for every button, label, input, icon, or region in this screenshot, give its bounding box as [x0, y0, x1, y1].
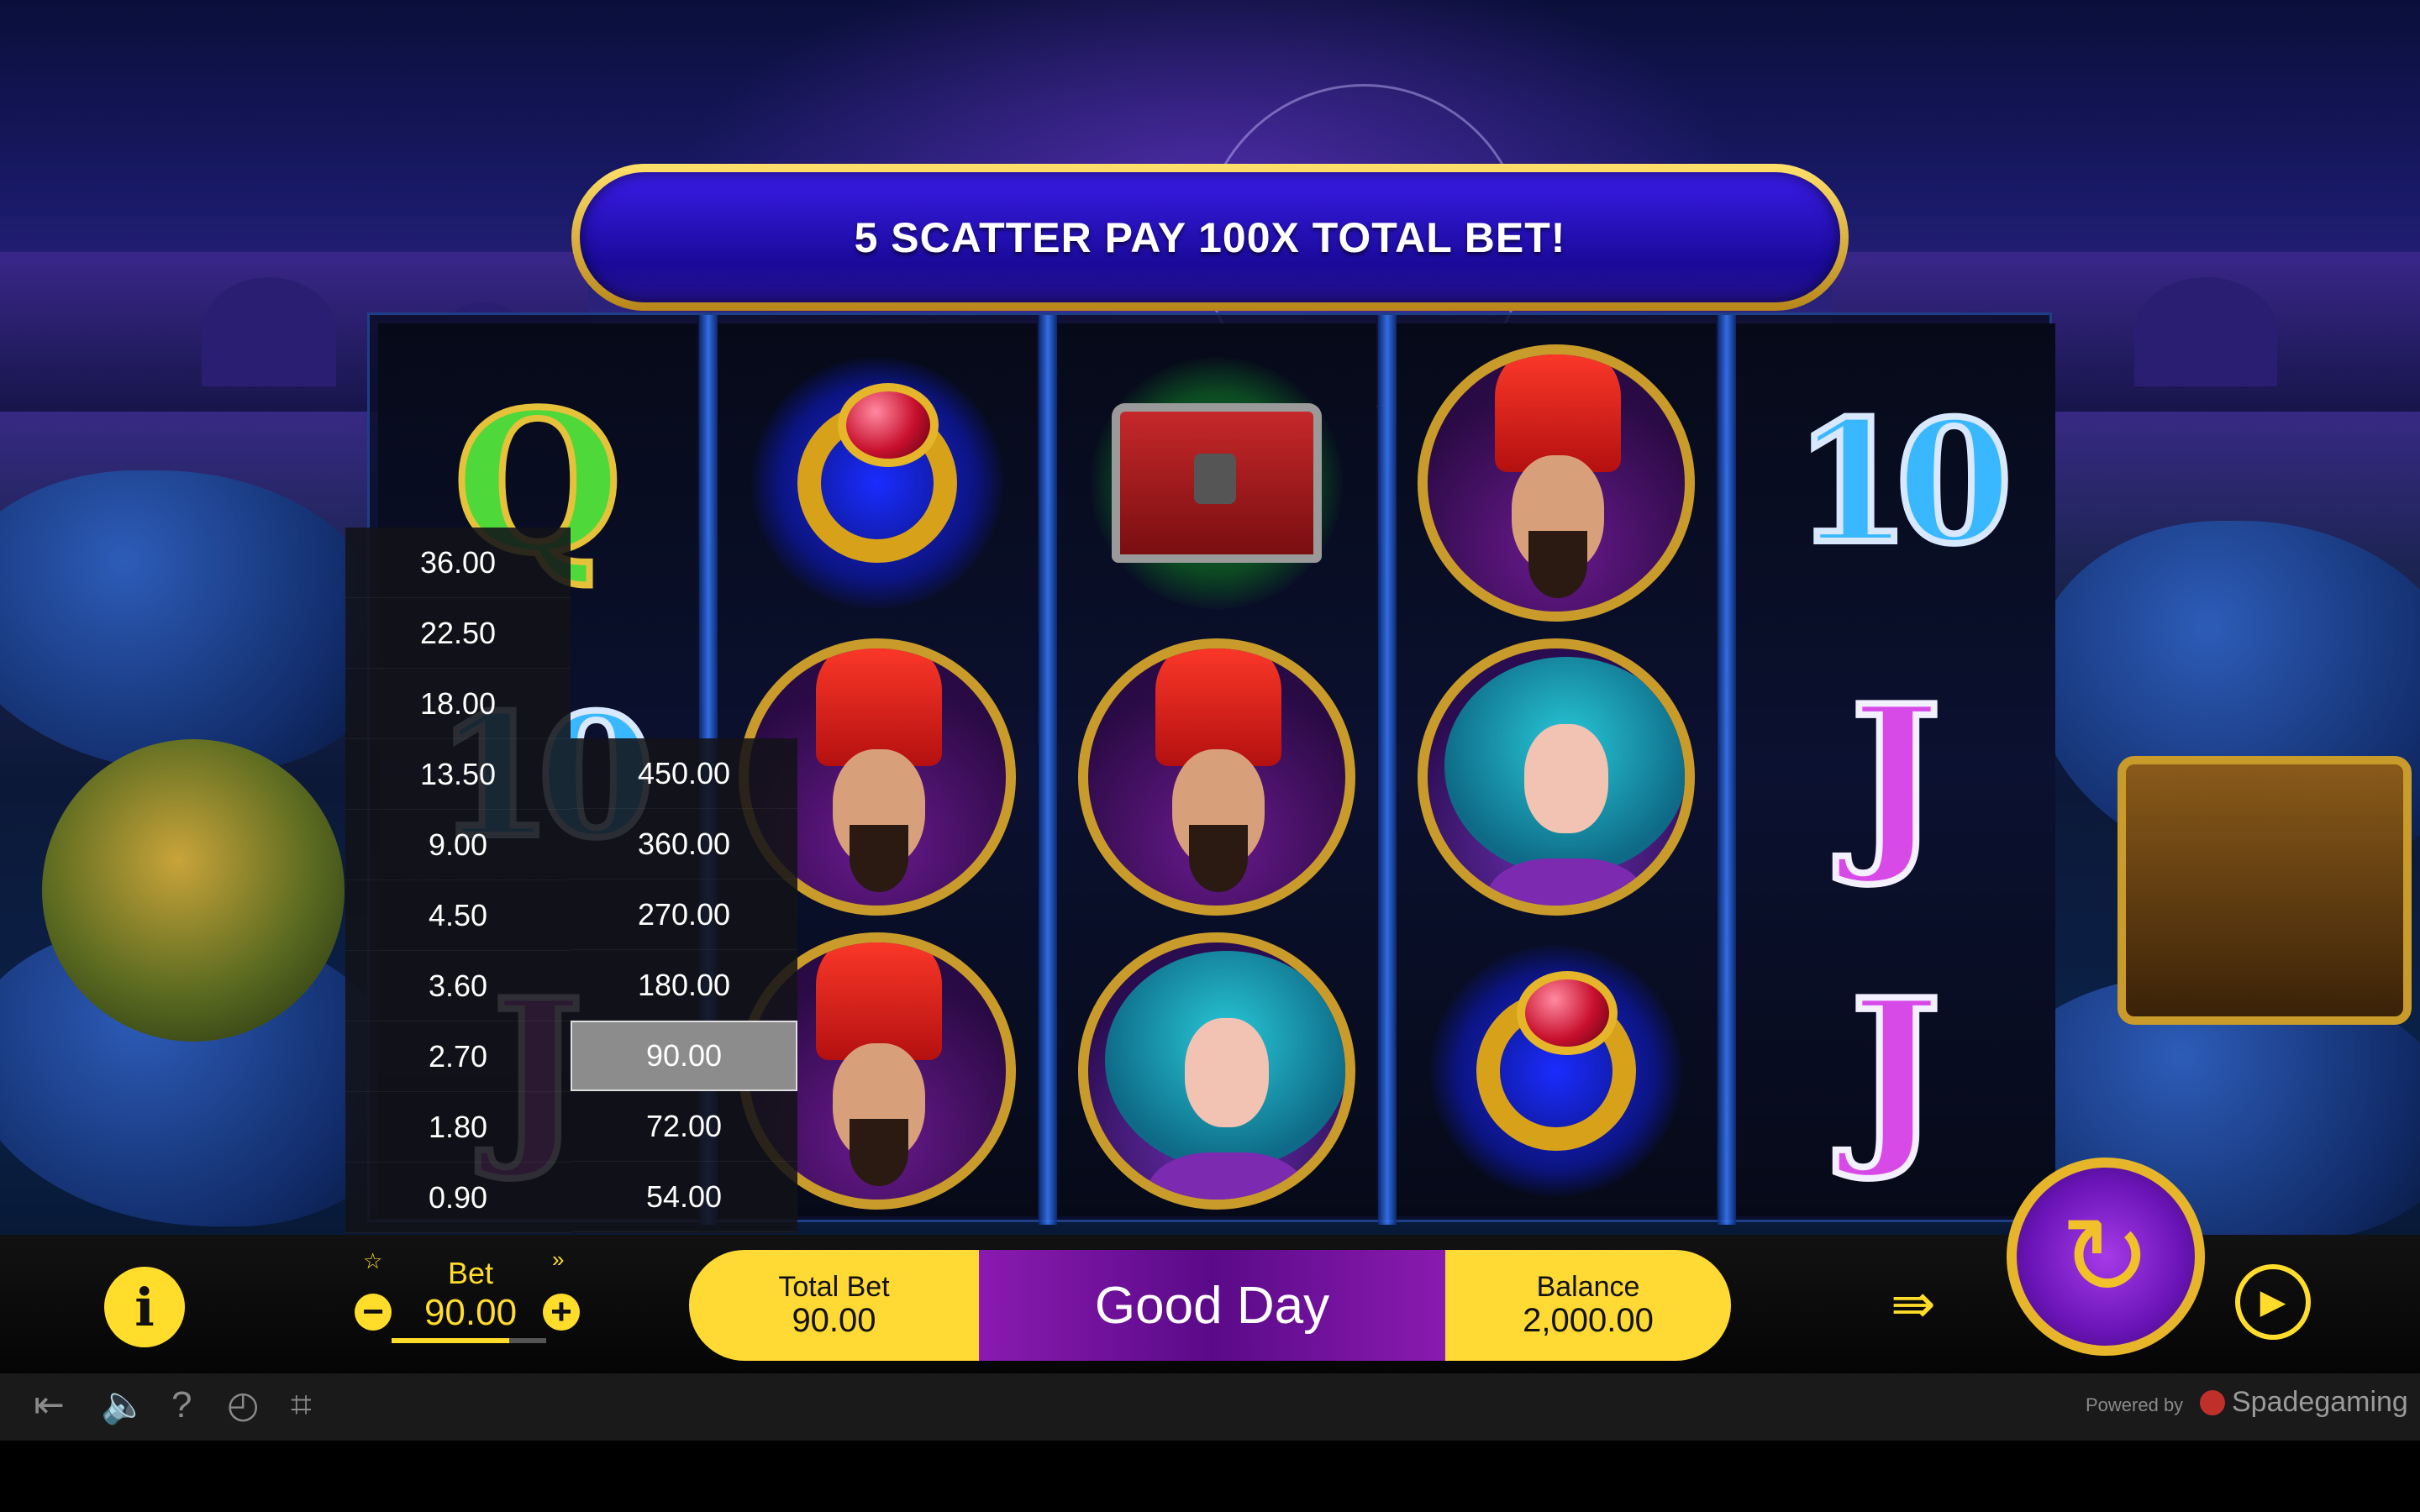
powered-by-label: Powered by	[2086, 1394, 2184, 1415]
bet-option[interactable]: 4.50	[345, 880, 571, 951]
fullscreen-icon[interactable]: ⌗	[291, 1384, 312, 1426]
symbol-treasure-chest	[1074, 340, 1360, 626]
exit-icon[interactable]: ⇤	[34, 1384, 65, 1426]
bet-option[interactable]: 270.00	[571, 879, 797, 950]
balance-box: Balance 2,000.00	[1445, 1250, 1731, 1361]
bet-decrease-button[interactable]: −	[355, 1294, 392, 1331]
bet-option[interactable]: 180.00	[571, 950, 797, 1021]
sound-icon[interactable]: 🔈	[101, 1384, 147, 1426]
bet-option[interactable]: 22.50	[345, 598, 571, 669]
bet-option[interactable]: 1.80	[345, 1092, 571, 1163]
spin-button[interactable]: ↻	[2007, 1158, 2205, 1356]
symbol-ring	[734, 340, 1020, 626]
symbol-j: J	[1847, 958, 1945, 1184]
turbo-icon[interactable]: ⇛	[1891, 1273, 1936, 1336]
help-icon[interactable]: ?	[171, 1384, 192, 1426]
symbol-lady	[1074, 928, 1360, 1214]
scatter-banner: 5 SCATTER PAY 100X TOTAL BET!	[571, 164, 1849, 311]
bet-option[interactable]: 36.00	[345, 528, 571, 598]
bet-option[interactable]: 2.70	[345, 1021, 571, 1092]
reel-separator	[1378, 315, 1397, 1225]
status-pill: Total Bet 90.00 Good Day Balance 2,000.0…	[689, 1250, 1731, 1361]
bet-option[interactable]: 13.50	[345, 739, 571, 810]
autoplay-icon[interactable]: ▶	[2235, 1264, 2311, 1340]
palace-dome	[202, 277, 336, 386]
bet-label: Bet	[447, 1256, 494, 1290]
symbol-vizier	[1413, 340, 1699, 626]
bet-option[interactable]: 450.00	[571, 738, 797, 809]
star-icon[interactable]: ☆	[363, 1248, 382, 1274]
total-bet-box: Total Bet 90.00	[689, 1250, 979, 1361]
gold-orb	[42, 739, 345, 1042]
symbol-10: 10	[1791, 384, 2016, 581]
reel-3	[1057, 323, 1376, 1216]
treasure-chest-decoration	[2118, 756, 2412, 1025]
bet-option[interactable]: 3.60	[345, 951, 571, 1021]
reel-separator	[1039, 315, 1057, 1225]
total-bet-label: Total Bet	[778, 1271, 890, 1303]
bet-option[interactable]: 18.00	[345, 669, 571, 739]
balance-label: Balance	[1536, 1271, 1640, 1303]
bet-option[interactable]: 0.90	[345, 1163, 571, 1233]
bet-options-list: 36.00 22.50 18.00 13.50 9.00 4.50 3.60 2…	[345, 528, 571, 1233]
spade-logo-icon	[2200, 1389, 2225, 1415]
bet-option[interactable]: 9.00	[345, 810, 571, 880]
bet-option[interactable]: 54.00	[571, 1162, 797, 1232]
letterbox-bottom	[0, 1441, 2420, 1512]
bet-option[interactable]: 72.00	[571, 1091, 797, 1162]
symbol-j: J	[1847, 664, 1945, 890]
double-chevron-down-icon[interactable]: »	[552, 1247, 564, 1273]
symbol-ring	[1413, 928, 1699, 1214]
symbol-vizier	[1074, 634, 1360, 920]
symbol-lady	[1413, 634, 1699, 920]
bet-value[interactable]: 90.00	[395, 1292, 546, 1334]
bet-slider-fill	[392, 1338, 509, 1343]
rock-left	[0, 470, 387, 773]
game-stage: Q 10 J J 5 SCATTER PAY 100X TOTAL BET! 3…	[0, 0, 2420, 1512]
status-message: Good Day	[979, 1250, 1445, 1361]
palace-dome	[2134, 277, 2277, 386]
bet-option[interactable]: 360.00	[571, 809, 797, 879]
spin-icon: ↻	[2060, 1193, 2152, 1320]
reel-4	[1397, 323, 1716, 1216]
reel-separator	[1718, 315, 1736, 1225]
reel-5: 10 J J	[1736, 323, 2055, 1216]
balance-value: 2,000.00	[1523, 1302, 1654, 1339]
banner-text: 5 SCATTER PAY 100X TOTAL BET!	[854, 213, 1566, 261]
history-icon[interactable]: ◴	[227, 1384, 259, 1426]
bet-options-list-2: 450.00 360.00 270.00 180.00 90.00 72.00 …	[571, 738, 797, 1233]
info-icon[interactable]: i	[104, 1267, 185, 1347]
footer-bar	[0, 1373, 2420, 1441]
total-bet-value: 90.00	[792, 1302, 876, 1339]
brand-name: Spadegaming	[2232, 1386, 2408, 1418]
bet-increase-button[interactable]: +	[543, 1294, 580, 1331]
brand-logo: Spadegaming	[2200, 1386, 2408, 1419]
bet-option-selected[interactable]: 90.00	[571, 1021, 797, 1091]
